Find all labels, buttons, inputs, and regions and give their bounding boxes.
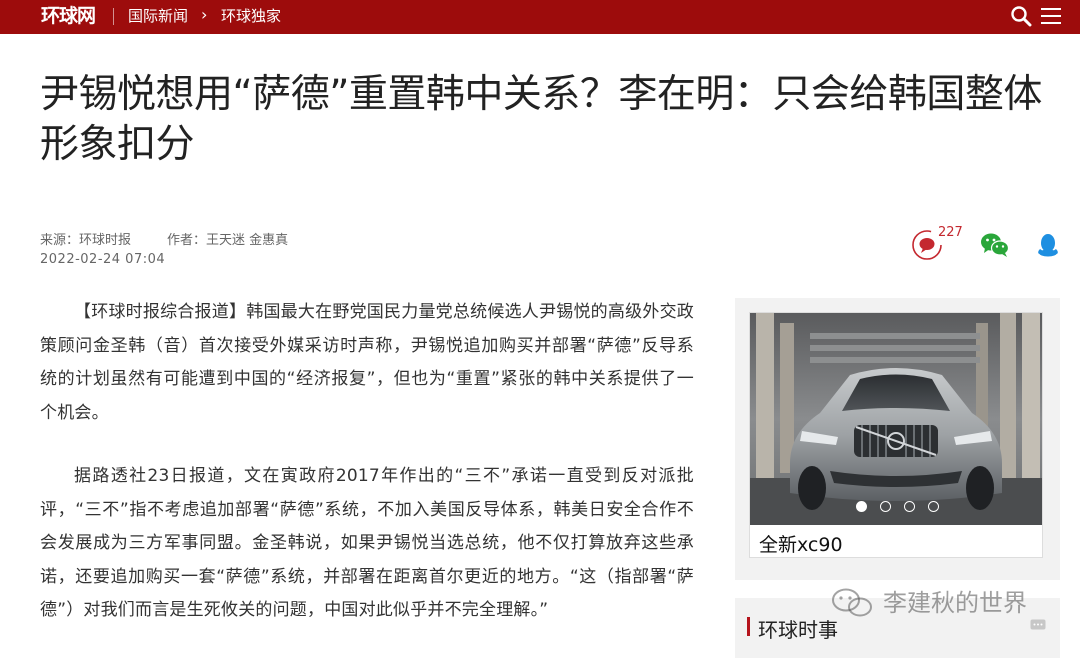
site-logo[interactable]: 环球网	[41, 2, 96, 30]
article-meta: 来源：环球时报 作者：王天迷 金惠真	[40, 229, 288, 248]
carousel-dot[interactable]	[928, 501, 939, 512]
ad-card[interactable]: 全新xc90	[749, 312, 1043, 558]
menu-button[interactable]	[1040, 6, 1062, 26]
top-navigation-bar: 环球网 国际新闻 › 环球独家	[0, 0, 1080, 34]
article-author: 作者：王天迷 金惠真	[167, 233, 289, 248]
breadcrumb-exclusive[interactable]: 环球独家	[221, 6, 281, 26]
breadcrumb-international-news[interactable]: 国际新闻	[128, 6, 188, 26]
search-icon	[1011, 6, 1032, 27]
wechat-share-button[interactable]	[980, 232, 1010, 258]
ad-caption[interactable]: 全新xc90	[759, 530, 843, 557]
wechat-watermark-icon	[832, 588, 872, 617]
article-title: 尹锡悦想用“萨德”重置韩中关系？李在明：只会给韩国整体形象扣分	[40, 72, 1042, 167]
car-ad-image[interactable]	[750, 313, 1042, 525]
chat-bubble-icon	[1030, 619, 1046, 630]
carousel-dot[interactable]	[904, 501, 915, 512]
wechat-icon	[981, 233, 1010, 257]
section-title[interactable]: 环球时事	[758, 614, 838, 643]
logo-divider	[113, 8, 114, 25]
section-accent-bar	[747, 617, 750, 636]
watermark-text: 李建秋的世界	[883, 589, 1027, 617]
qq-share-button[interactable]	[1036, 232, 1060, 258]
menu-icon	[1041, 8, 1061, 24]
comment-count: 227	[938, 225, 963, 240]
article-body: 【环球时报综合报道】韩国最大在野党国民力量党总统候选人尹锡悦的高级外交政策顾问金…	[40, 296, 694, 658]
qq-icon	[1038, 234, 1058, 257]
article-date: 2022-02-24 07:04	[40, 252, 166, 267]
article-source[interactable]: 来源：环球时报	[40, 233, 131, 248]
article-paragraph: 【环球时报综合报道】韩国最大在野党国民力量党总统候选人尹锡悦的高级外交政策顾问金…	[40, 302, 694, 423]
article-paragraph: 据路透社23日报道，文在寅政府2017年作出的“三不”承诺一直受到反对派批评，“…	[40, 466, 694, 620]
carousel-dot[interactable]	[856, 501, 867, 512]
breadcrumb-separator: ›	[201, 5, 208, 24]
carousel-dot[interactable]	[880, 501, 891, 512]
search-button[interactable]	[1010, 5, 1032, 27]
